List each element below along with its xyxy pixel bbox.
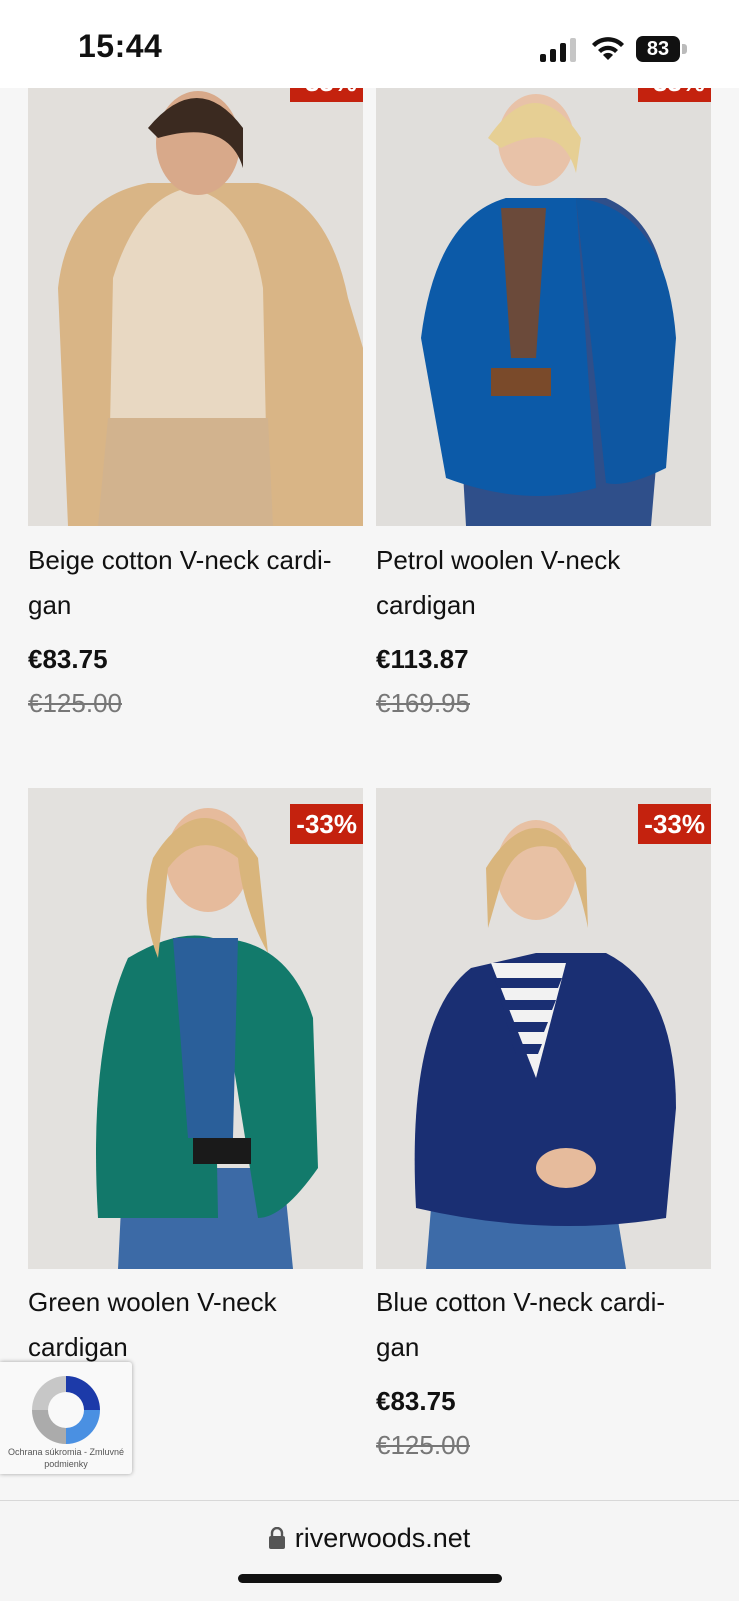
product-card[interactable]: -33% Blue cotton V-neck cardi- gan €83.7… bbox=[376, 788, 711, 1468]
status-time: 15:44 bbox=[78, 28, 163, 64]
lock-icon bbox=[268, 1527, 285, 1549]
product-card[interactable]: -33% Petrol woolen V-neck cardigan €113.… bbox=[376, 62, 711, 738]
home-indicator[interactable] bbox=[238, 1574, 502, 1583]
product-image[interactable] bbox=[28, 788, 363, 1269]
url-text: riverwoods.net bbox=[294, 1523, 471, 1553]
recaptcha-links[interactable]: Ochrana súkromia - Zmluvné podmienky bbox=[2, 1446, 130, 1470]
discount-badge: -33% bbox=[290, 804, 363, 844]
browser-address-bar[interactable]: riverwoods.net bbox=[0, 1500, 739, 1601]
status-bar: 15:44 83 bbox=[0, 0, 739, 88]
product-name[interactable]: Blue cotton V-neck cardi- gan bbox=[376, 1280, 716, 1370]
product-old-price: €169.95 bbox=[376, 688, 470, 718]
address-display[interactable]: riverwoods.net bbox=[0, 1523, 739, 1554]
product-image[interactable] bbox=[28, 88, 363, 526]
cellular-signal-icon bbox=[540, 38, 576, 62]
product-price: €113.87 bbox=[376, 644, 469, 674]
discount-badge: -33% bbox=[638, 804, 711, 844]
product-card[interactable]: -33% Beige cotton V-neck cardi- gan €83.… bbox=[28, 62, 363, 738]
product-image[interactable] bbox=[376, 788, 711, 1269]
recaptcha-icon bbox=[32, 1376, 100, 1444]
product-name[interactable]: Green woolen V-neck cardigan bbox=[28, 1280, 368, 1370]
product-price: €83.75 bbox=[28, 644, 108, 674]
recaptcha-badge[interactable]: Ochrana súkromia - Zmluvné podmienky bbox=[0, 1362, 132, 1474]
product-old-price: €125.00 bbox=[376, 1430, 470, 1460]
battery-level: 83 bbox=[636, 36, 680, 62]
product-image[interactable] bbox=[376, 88, 711, 526]
product-name[interactable]: Beige cotton V-neck cardi- gan bbox=[28, 538, 368, 628]
product-old-price: €125.00 bbox=[28, 688, 122, 718]
product-price: €83.75 bbox=[376, 1386, 456, 1416]
product-name[interactable]: Petrol woolen V-neck cardigan bbox=[376, 538, 716, 628]
wifi-icon bbox=[592, 37, 624, 60]
battery-icon: 83 bbox=[636, 36, 688, 62]
